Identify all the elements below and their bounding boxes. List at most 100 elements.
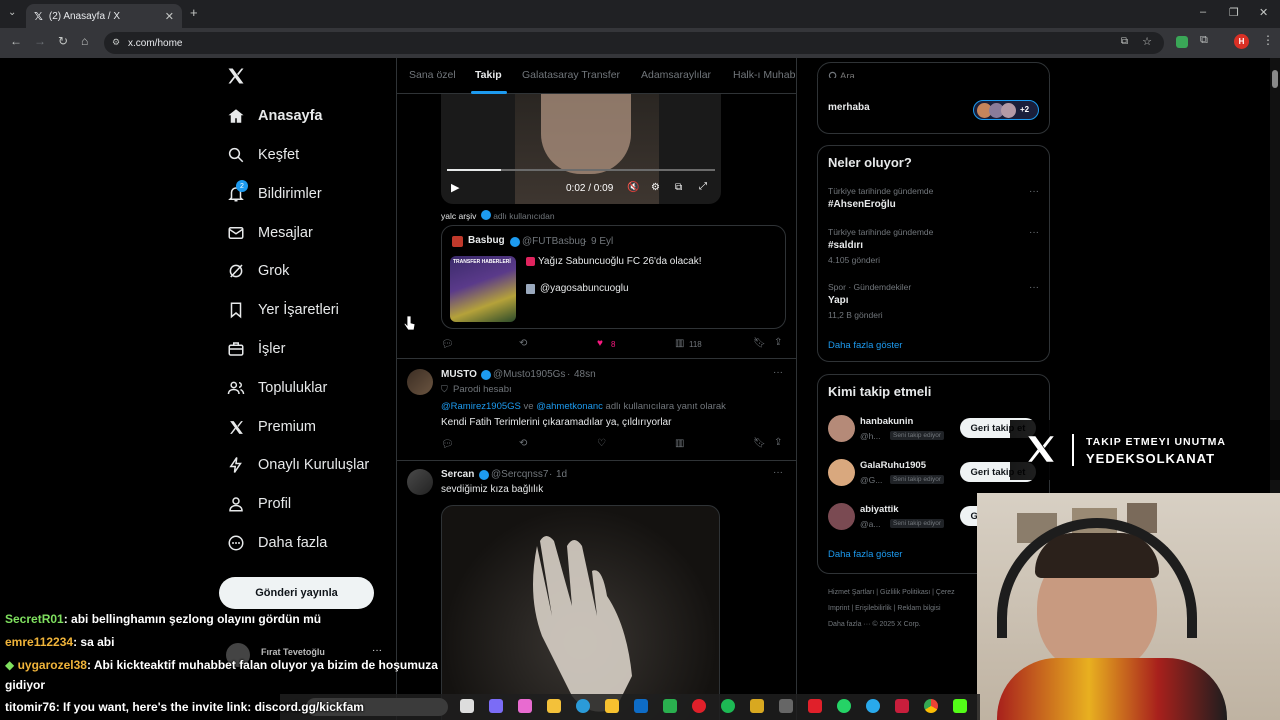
opera-icon[interactable] [692, 699, 706, 713]
app-icon[interactable] [808, 699, 822, 713]
footer-link[interactable]: Gizlilik Politikası [880, 589, 930, 596]
who-show-more[interactable]: Daha fazla göster [828, 549, 902, 560]
retweet-icon[interactable]: ⟲ [519, 338, 527, 349]
play-icon[interactable]: ▶ [451, 181, 459, 194]
share-icon[interactable]: ⇪ [774, 337, 782, 348]
nav-item-messages[interactable]: Mesajlar [226, 218, 313, 248]
app-icon[interactable] [518, 699, 532, 713]
nav-item-profile[interactable]: Profil [226, 489, 291, 519]
extension-icon[interactable] [1176, 36, 1188, 48]
profile-avatar[interactable]: H [1234, 34, 1249, 49]
back-icon[interactable]: ← [10, 34, 22, 48]
app-icon[interactable] [895, 699, 909, 713]
trends-show-more[interactable]: Daha fazla göster [828, 340, 902, 351]
top-snippet-panel[interactable]: merhaba +2 [817, 78, 1050, 134]
retweet-icon[interactable]: ⟲ [519, 438, 527, 449]
fullscreen-icon[interactable]: ⤢ [699, 181, 707, 192]
avatar[interactable] [828, 459, 855, 486]
task-view-icon[interactable] [460, 699, 474, 713]
forward-icon[interactable]: → [34, 34, 46, 48]
footer-link[interactable]: Reklam bilgisi [897, 605, 940, 612]
like-icon[interactable]: ♡ [597, 438, 606, 449]
scrollbar-thumb[interactable] [1272, 70, 1278, 88]
nav-item-premium[interactable]: Premium [226, 412, 316, 442]
nav-item-grok[interactable]: Grok [226, 256, 289, 286]
new-tab-icon[interactable]: + [190, 5, 198, 20]
share-icon[interactable]: ⇪ [774, 437, 782, 448]
app-icon[interactable] [779, 699, 793, 713]
like-icon[interactable]: ♥ [597, 338, 603, 349]
pip-icon[interactable]: ⧉ [675, 182, 682, 193]
extensions-puzzle-icon[interactable]: ⧉ [1200, 34, 1208, 47]
tweet-author-name[interactable]: Sercan [441, 469, 474, 480]
spotify-icon[interactable] [721, 699, 735, 713]
browser-menu-icon[interactable]: ⋮ [1262, 33, 1274, 47]
site-info-icon[interactable]: ⚙ [112, 37, 120, 48]
bookmark-icon[interactable]: 🔖︎ [753, 438, 766, 449]
quote-author-name[interactable]: Basbug [468, 235, 505, 246]
home-browser-icon[interactable]: ⌂ [81, 34, 88, 48]
tweet-more-icon[interactable]: ··· [773, 467, 783, 478]
reply-icon[interactable]: 💬︎ [441, 339, 454, 350]
nav-item-notifications[interactable]: 2 Bildirimler [226, 179, 322, 209]
nav-item-verified-orgs[interactable]: Onaylı Kuruluşlar [226, 450, 369, 480]
avatar[interactable] [828, 415, 855, 442]
avatar[interactable] [828, 503, 855, 530]
address-bar[interactable]: ⚙ x.com/home ⧉ ☆ [104, 32, 1164, 54]
app-icon[interactable] [750, 699, 764, 713]
footer-link[interactable]: Hizmet Şartları [828, 589, 874, 596]
tab-list-galatasaray-transfer[interactable]: Galatasaray Transfer [522, 69, 620, 81]
trend-more-icon[interactable]: ··· [1029, 227, 1039, 238]
trend-more-icon[interactable]: ··· [1029, 186, 1039, 197]
reply-mention-1[interactable]: @Ramirez1905GS [441, 401, 521, 412]
video-progress-track[interactable] [447, 169, 715, 171]
settings-icon[interactable]: ⚙ [651, 182, 660, 193]
tab-list-chevron-icon[interactable]: ⌄ [8, 7, 16, 18]
video-player[interactable]: ▶ 0:02 / 0:09 🔇 ⚙ ⧉ ⤢ [441, 94, 721, 204]
chrome-icon[interactable] [924, 699, 938, 713]
reload-icon[interactable]: ↻ [58, 34, 68, 48]
tab-list-adamsaraylilar[interactable]: Adamsaraylılar [641, 69, 711, 81]
footer-link[interactable]: Imprint [828, 605, 849, 612]
telegram-icon[interactable] [866, 699, 880, 713]
nav-item-home[interactable]: Anasayfa [226, 101, 322, 131]
nav-item-communities[interactable]: Topluluklar [226, 373, 327, 403]
footer-link[interactable]: Çerez [936, 589, 955, 596]
x-logo-icon[interactable] [226, 66, 246, 88]
bookmark-star-icon[interactable]: ☆ [1142, 35, 1152, 48]
tweet-author-name[interactable]: MUSTO [441, 369, 477, 380]
copilot-icon[interactable] [489, 699, 503, 713]
quote-tweet[interactable]: Basbug @FUTBasbug · 9 Eyl TRANSFER HABER… [441, 225, 786, 329]
nav-item-jobs[interactable]: İşler [226, 334, 285, 364]
file-explorer-icon[interactable] [547, 699, 561, 713]
tweet-sercan[interactable]: Sercan @Sercqnss7 · 1d ··· sevdiğimiz kı… [397, 461, 796, 720]
views-icon[interactable]: ▥ [675, 338, 684, 349]
views-icon[interactable]: ▥ [675, 438, 684, 449]
tweet-media-image[interactable] [441, 505, 720, 720]
app-icon[interactable] [663, 699, 677, 713]
avatar[interactable] [407, 469, 433, 495]
more-dots-icon[interactable]: ··· [372, 645, 382, 656]
whatsapp-icon[interactable] [837, 699, 851, 713]
avatar-stack[interactable]: +2 [973, 100, 1039, 120]
reply-mention-2[interactable]: @ahmetkonanc [536, 401, 603, 412]
reply-icon[interactable]: 💬︎ [441, 439, 454, 450]
tab-for-you[interactable]: Sana özel [409, 69, 456, 81]
nav-item-explore[interactable]: Keşfet [226, 140, 299, 170]
tweet-more-icon[interactable]: ··· [773, 367, 783, 378]
window-close-icon[interactable]: ✕ [1259, 6, 1268, 19]
mute-icon[interactable]: 🔇 [627, 182, 639, 193]
minimize-icon[interactable]: – [1200, 6, 1206, 18]
tab-following[interactable]: Takip [475, 69, 502, 81]
trend-more-icon[interactable]: ··· [1029, 282, 1039, 293]
nav-item-more[interactable]: Daha fazla [226, 528, 327, 558]
footer-link[interactable]: Erişilebilirlik [855, 605, 892, 612]
browser-tab[interactable]: 𝕏 (2) Anasayfa / X ✕ [26, 4, 182, 28]
outlook-icon[interactable] [634, 699, 648, 713]
edge-icon[interactable] [576, 699, 590, 713]
install-icon[interactable]: ⧉ [1121, 36, 1128, 47]
app-icon[interactable] [953, 699, 967, 713]
tweet-musto[interactable]: MUSTO @Musto1905Gs · 48sn ··· ⛉ Parodi h… [397, 359, 796, 459]
tab-close-icon[interactable]: ✕ [165, 10, 174, 23]
nav-item-bookmarks[interactable]: Yer İşaretleri [226, 295, 339, 325]
